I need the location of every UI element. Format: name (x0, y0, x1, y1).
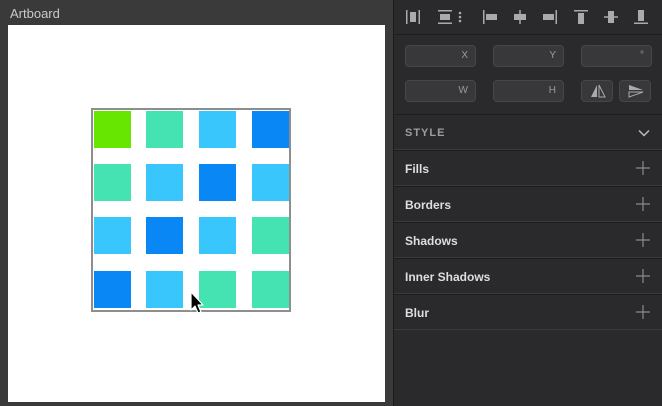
blur-label: Blur (405, 306, 429, 320)
canvas-area[interactable]: Artboard (0, 0, 393, 406)
height-field-label: H (548, 85, 556, 96)
grid-tile[interactable] (252, 111, 289, 148)
more-icon[interactable] (453, 5, 467, 29)
grid-tile[interactable] (252, 271, 289, 308)
y-field-label: Y (549, 50, 556, 61)
distribute-horizontal-icon[interactable] (401, 5, 425, 29)
grid-tile[interactable] (94, 271, 131, 308)
x-position-field[interactable]: X (405, 45, 476, 67)
add-border-plus-icon[interactable] (635, 196, 651, 212)
style-section-header[interactable]: STYLE (394, 114, 662, 150)
align-top-icon[interactable] (569, 5, 593, 29)
grid-tile[interactable] (252, 164, 289, 201)
alignment-toolbar (394, 0, 662, 35)
grid-tile[interactable] (252, 217, 289, 254)
height-field[interactable]: H (493, 80, 564, 102)
artboard-title[interactable]: Artboard (10, 6, 60, 21)
grid-tile[interactable] (146, 164, 183, 201)
flip-vertical-button[interactable] (619, 80, 651, 102)
grid-tile[interactable] (199, 111, 236, 148)
inner-shadows-label: Inner Shadows (405, 270, 491, 284)
add-shadow-plus-icon[interactable] (635, 232, 651, 248)
shadows-label: Shadows (405, 234, 458, 248)
add-fill-plus-icon[interactable] (635, 160, 651, 176)
inner-shadows-section[interactable]: Inner Shadows (394, 258, 662, 294)
width-field[interactable]: W (405, 80, 476, 102)
blur-section[interactable]: Blur (394, 294, 662, 330)
grid-tile[interactable] (199, 217, 236, 254)
align-vertical-center-icon[interactable] (599, 5, 623, 29)
shadows-section[interactable]: Shadows (394, 222, 662, 258)
x-field-label: X (461, 50, 468, 61)
artboard[interactable] (8, 25, 385, 402)
flip-horizontal-icon (591, 84, 606, 98)
fills-section[interactable]: Fills (394, 150, 662, 186)
grid-tile[interactable] (146, 111, 183, 148)
grid-tile[interactable] (94, 217, 131, 254)
flip-vertical-icon (628, 85, 644, 98)
mouse-pointer-icon (190, 291, 204, 314)
align-horizontal-center-icon[interactable] (508, 5, 532, 29)
y-position-field[interactable]: Y (493, 45, 564, 67)
align-right-icon[interactable] (538, 5, 562, 29)
width-field-label: W (458, 85, 468, 96)
tile-grid-group[interactable] (91, 108, 291, 312)
grid-tile[interactable] (146, 217, 183, 254)
align-left-icon[interactable] (478, 5, 502, 29)
style-header-label: STYLE (405, 127, 446, 139)
grid-tile[interactable] (94, 111, 131, 148)
add-inner-shadow-plus-icon[interactable] (635, 268, 651, 284)
add-blur-plus-icon[interactable] (635, 304, 651, 320)
inspector-panel: X Y ° W H STYLE Fills Borders Shadows In… (393, 0, 662, 406)
grid-tile[interactable] (94, 164, 131, 201)
grid-tile[interactable] (199, 164, 236, 201)
rotation-field[interactable]: ° (581, 45, 652, 67)
align-bottom-icon[interactable] (629, 5, 653, 29)
borders-section[interactable]: Borders (394, 186, 662, 222)
flip-horizontal-button[interactable] (581, 80, 613, 102)
chevron-down-icon[interactable] (637, 126, 651, 140)
borders-label: Borders (405, 198, 452, 212)
fills-label: Fills (405, 162, 430, 176)
grid-tile[interactable] (146, 271, 183, 308)
rotation-field-label: ° (640, 50, 644, 61)
